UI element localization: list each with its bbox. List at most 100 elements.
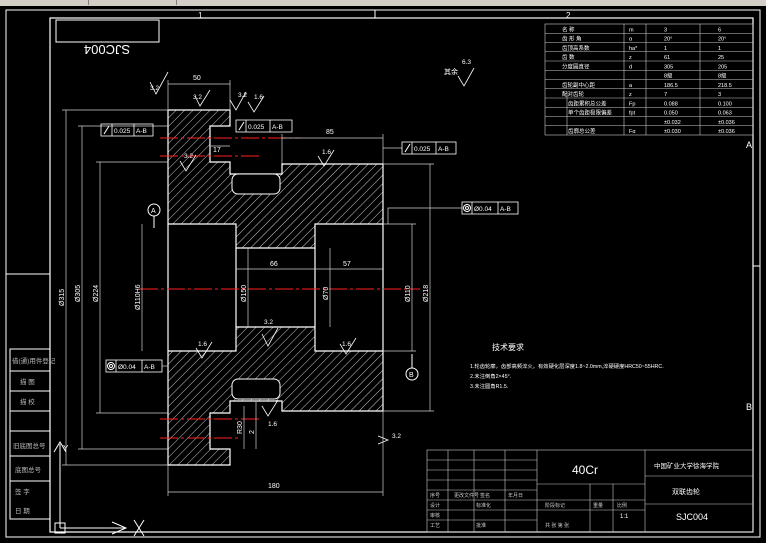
param-table-cell: 0.050 bbox=[664, 111, 678, 117]
title-block-cell: 工艺 bbox=[430, 523, 440, 529]
title-block-cell: 年月日 bbox=[508, 492, 523, 499]
dim-57: 57 bbox=[343, 261, 351, 268]
param-table-cell: 分度圆直径 bbox=[562, 62, 590, 70]
param-table-cell: 186.5 bbox=[664, 83, 678, 89]
svg-text:A: A bbox=[151, 208, 156, 215]
param-table-cell: 218.5 bbox=[718, 83, 732, 89]
param-table-cell: 配对齿轮 bbox=[562, 90, 585, 98]
param-table-cell: 6 bbox=[718, 27, 721, 33]
dim-phi110h6: Ø110H6 bbox=[135, 284, 142, 310]
tolerance-frame-2: 0.025 A-B bbox=[235, 119, 293, 133]
title-block-cell: 更改文件号 bbox=[454, 492, 479, 499]
toolbar-segment[interactable] bbox=[0, 0, 89, 5]
dim-180: 180 bbox=[268, 483, 280, 490]
title-block-cell: 审核 bbox=[430, 512, 440, 519]
svg-text:0.025: 0.025 bbox=[414, 146, 431, 153]
param-table-cell: 0.063 bbox=[718, 111, 732, 117]
school-name: 中国矿业大学徐海学院 bbox=[654, 461, 720, 470]
dim-phi315: Ø315 bbox=[59, 289, 66, 306]
rough-label: 1.6 bbox=[254, 94, 263, 101]
dim-r30: R30 bbox=[237, 421, 244, 434]
param-table-cell: 齿 数 bbox=[562, 53, 575, 61]
left-label: 底图总号 bbox=[15, 465, 42, 474]
tech-req-item: 2.未注倒角2×45°. bbox=[470, 372, 511, 380]
dim-c2: 2 bbox=[249, 430, 256, 434]
svg-text:Ø0.04: Ø0.04 bbox=[118, 364, 136, 371]
zone-label-right-b: B bbox=[746, 402, 752, 412]
left-label: 旧底图总号 bbox=[13, 441, 46, 450]
param-table-cell: 0.100 bbox=[718, 101, 732, 107]
param-table-cell: 305 bbox=[664, 64, 673, 70]
dim-85: 85 bbox=[326, 129, 334, 136]
part-section-view bbox=[167, 109, 384, 466]
param-table-cell: ±0.032 bbox=[664, 120, 681, 126]
left-label: 描 图 bbox=[20, 377, 35, 386]
svg-text:A-B: A-B bbox=[272, 124, 283, 131]
zone-label-right-a: A bbox=[746, 140, 752, 150]
title-block-cell: 共 张 第 张 bbox=[545, 522, 569, 529]
rough-label: 3.2 bbox=[193, 94, 202, 101]
title-block-cell: 重量 bbox=[593, 502, 603, 509]
title-block-cell: 批准 bbox=[476, 522, 486, 529]
rough-label: 3.2 bbox=[150, 85, 159, 92]
rough-label: 3.2 bbox=[264, 319, 273, 326]
toolbar-segment[interactable] bbox=[88, 0, 177, 5]
technical-requirements: 技术要求 1.轮齿轮廓，齿部高频淬火，有效硬化层深度1.8~2.0mm,淬硬硬度… bbox=[470, 342, 664, 390]
dim-50: 50 bbox=[193, 75, 201, 82]
title-block-cell: 序号 bbox=[430, 492, 440, 499]
svg-text:0.025: 0.025 bbox=[114, 128, 131, 135]
drawing-number: SJC004 bbox=[676, 512, 708, 522]
dimension-lines bbox=[62, 80, 434, 496]
param-table-cell: ha* bbox=[629, 46, 638, 52]
cad-drawing-canvas[interactable]: 1 2 A B SJC004 借(通)用件登记 描 图 描 校 旧底图总号 底图… bbox=[0, 6, 766, 543]
param-table-cell: 3 bbox=[718, 92, 721, 98]
svg-text:Ø0.04: Ø0.04 bbox=[474, 206, 492, 213]
rough-label: 3.2 bbox=[184, 153, 193, 160]
scale-ratio: 1:1 bbox=[620, 514, 629, 520]
param-table-cell: 单个齿距极限偏差 bbox=[568, 109, 613, 117]
param-table-cell: 0.088 bbox=[664, 101, 678, 107]
param-table-cell: ±0.030 bbox=[664, 129, 681, 135]
rough-label: 3.2 bbox=[238, 92, 247, 99]
svg-text:A-B: A-B bbox=[136, 128, 147, 135]
dim-17: 17 bbox=[213, 147, 221, 154]
rough-label: 1.6 bbox=[198, 341, 207, 348]
remaining-roughness-note: 其余 bbox=[444, 67, 458, 76]
ucs-icon: Y bbox=[53, 441, 145, 537]
material-label: 40Cr bbox=[572, 463, 598, 477]
mirrored-number-box: SJC004 bbox=[55, 19, 160, 57]
param-table-cell: 齿廓总公差 bbox=[568, 127, 596, 135]
left-label: 描 校 bbox=[20, 397, 35, 406]
dim-phi150: Ø150 bbox=[241, 285, 248, 302]
param-table-cell: 8级 bbox=[718, 72, 727, 80]
zone-label-top-2: 2 bbox=[566, 11, 571, 20]
dim-66: 66 bbox=[270, 261, 278, 268]
tech-req-item: 1.轮齿轮廓，齿部高频淬火，有效硬化层深度1.8~2.0mm,淬硬硬度HRC50… bbox=[470, 362, 664, 370]
param-table-cell: Fp bbox=[629, 101, 635, 107]
param-table-cell: 7 bbox=[664, 92, 667, 98]
param-table-cell: 61 bbox=[664, 55, 670, 61]
rough-label: 1.6 bbox=[342, 341, 351, 348]
svg-text:0.025: 0.025 bbox=[248, 124, 265, 131]
param-table-cell: 齿轮副中心距 bbox=[562, 81, 596, 89]
param-table-cell: α bbox=[629, 37, 633, 43]
param-table-cell: 齿距累积总公差 bbox=[568, 99, 607, 107]
param-table-cell: z bbox=[629, 55, 632, 61]
param-table-cell: m bbox=[629, 27, 634, 33]
mirrored-drawing-number: SJC004 bbox=[84, 42, 130, 57]
title-block-cell: 阶段标记 bbox=[545, 502, 565, 509]
coaxiality-frame-2: Ø0.04 A-B bbox=[105, 359, 168, 373]
tech-req-title: 技术要求 bbox=[492, 342, 524, 352]
param-table-cell: Fα bbox=[629, 129, 636, 135]
param-table-cell: a bbox=[629, 83, 633, 89]
title-block-cell: 设计 bbox=[430, 502, 440, 509]
param-table-cell: fpt bbox=[629, 111, 636, 117]
param-table-cell: ±0.036 bbox=[718, 129, 735, 135]
svg-text:B: B bbox=[409, 372, 414, 379]
param-table-cell: 8级 bbox=[664, 72, 673, 80]
rough-label: 6.3 bbox=[462, 59, 471, 66]
param-table-cell: 205 bbox=[718, 64, 727, 70]
dim-phi218: Ø218 bbox=[423, 285, 430, 302]
datum-marker-a: A bbox=[147, 203, 161, 228]
left-label: 签 字 bbox=[15, 487, 30, 496]
